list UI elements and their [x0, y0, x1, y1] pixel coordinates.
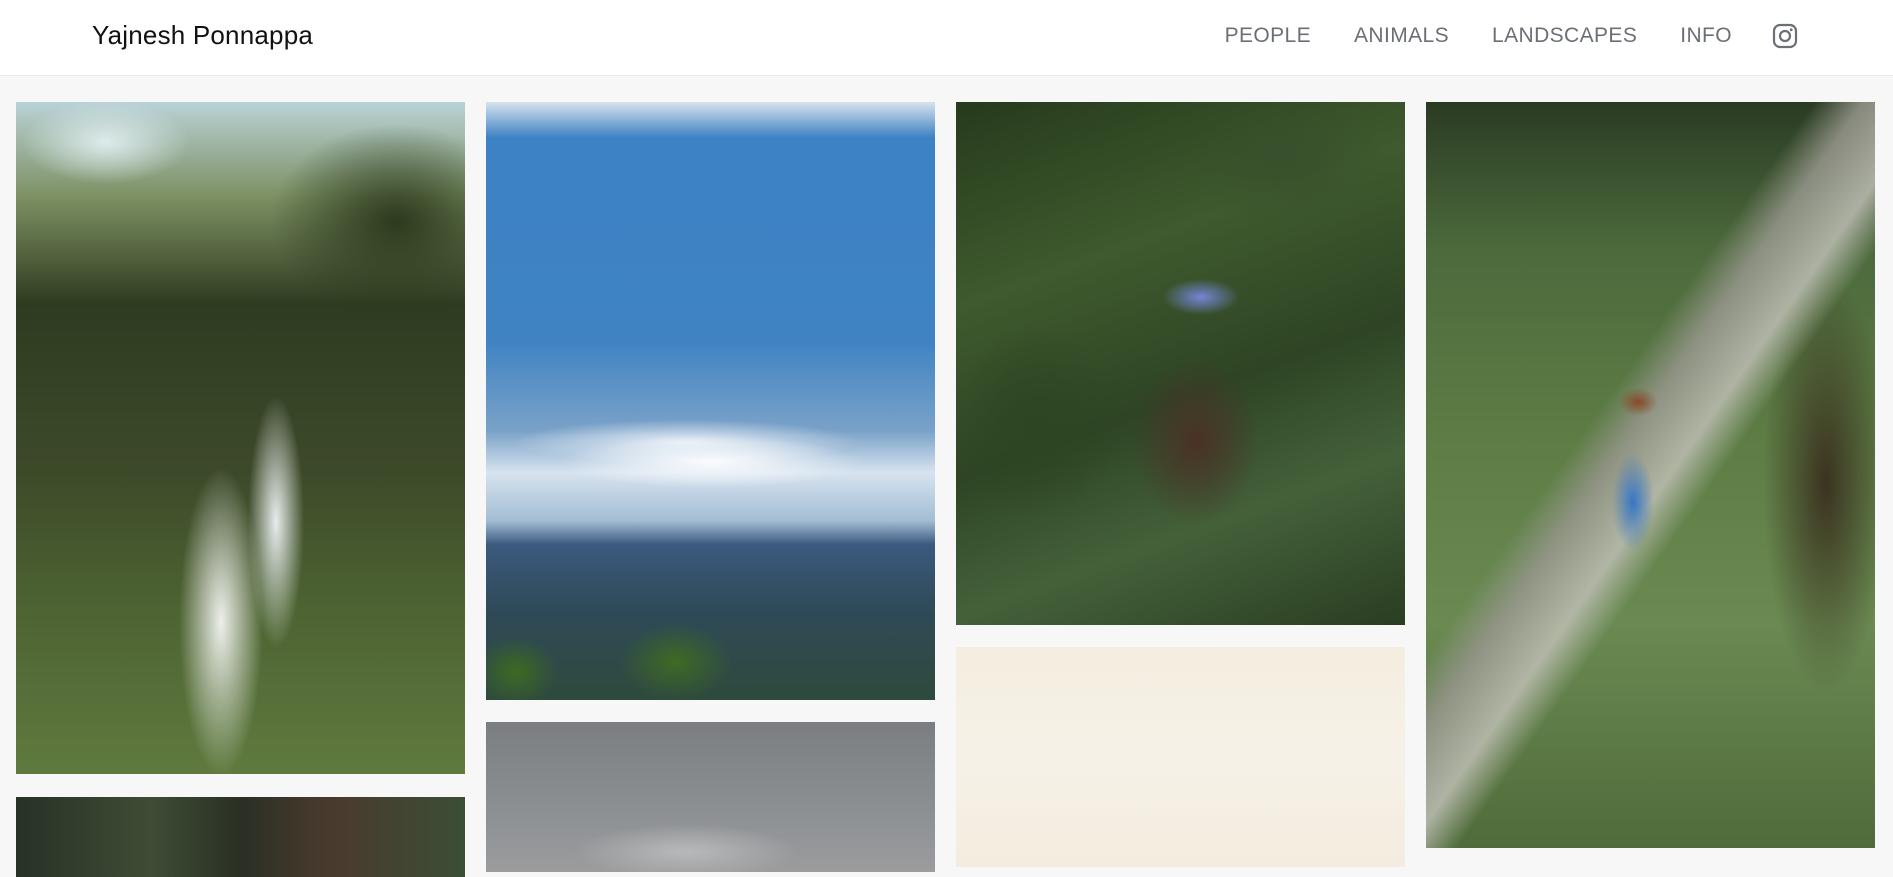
photo-blue-bird[interactable]: [956, 102, 1405, 625]
site-title[interactable]: Yajnesh Ponnappa: [92, 20, 313, 51]
site-header: Yajnesh Ponnappa PEOPLE ANIMALS LANDSCAP…: [0, 0, 1893, 76]
main-nav: PEOPLE ANIMALS LANDSCAPES INFO: [1182, 23, 1798, 49]
nav-people[interactable]: PEOPLE: [1225, 24, 1311, 48]
nav-info[interactable]: INFO: [1680, 24, 1732, 48]
photo-sky-hills[interactable]: [486, 102, 935, 700]
nav-landscapes[interactable]: LANDSCAPES: [1492, 24, 1637, 48]
nav-animals[interactable]: ANIMALS: [1354, 24, 1449, 48]
photo-cream[interactable]: [956, 647, 1405, 867]
photo-clouds[interactable]: [486, 722, 935, 872]
photo-person[interactable]: [16, 797, 465, 877]
photo-kingfisher[interactable]: [1426, 102, 1875, 848]
instagram-icon[interactable]: [1772, 23, 1798, 49]
photo-waterfall[interactable]: [16, 102, 465, 774]
